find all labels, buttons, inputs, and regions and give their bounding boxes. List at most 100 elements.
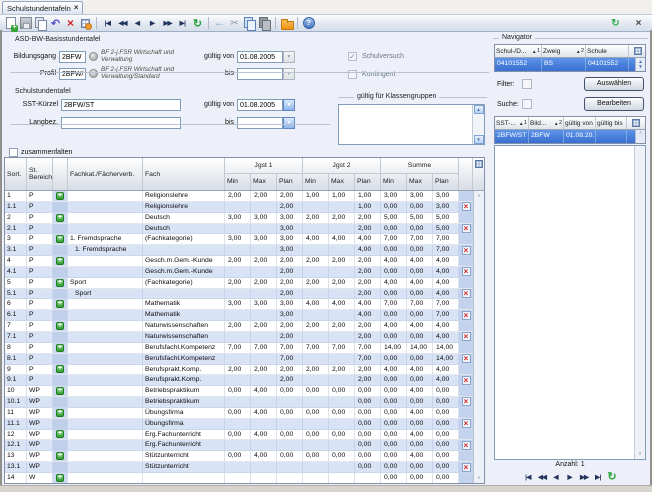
cell-fachkat[interactable]	[68, 451, 143, 461]
cell-value[interactable]	[303, 397, 329, 407]
cell-fach[interactable]: Übungsfirma	[143, 419, 225, 429]
cell-value[interactable]: 4,00	[407, 256, 433, 266]
cell-value[interactable]	[329, 267, 355, 277]
delete-row-icon[interactable]: ×	[462, 224, 471, 233]
cell-value[interactable]	[251, 354, 277, 364]
cell-bereich[interactable]: P	[27, 224, 53, 234]
cell-value[interactable]: 0,00	[381, 473, 407, 483]
add-row-icon[interactable]: +	[56, 452, 64, 460]
cell-fach[interactable]: Berufsprakt.Komp.	[143, 375, 225, 385]
cell-value[interactable]: 0,00	[303, 386, 329, 396]
cell-value[interactable]: 4,00	[251, 430, 277, 440]
cell-value[interactable]: 0,00	[381, 430, 407, 440]
cell-fachkat[interactable]	[68, 267, 143, 277]
cell-value[interactable]	[225, 202, 251, 212]
cell-value[interactable]: 2,00	[355, 289, 381, 299]
cell-fach[interactable]: Gesch.m.Gem.-Kunde	[143, 256, 225, 266]
cell-value[interactable]	[251, 289, 277, 299]
cell-value[interactable]: 0,00	[381, 202, 407, 212]
cell-value[interactable]: 3,00	[433, 202, 459, 212]
cell-value[interactable]	[225, 289, 251, 299]
cell-value[interactable]	[225, 310, 251, 320]
cell-value[interactable]: 4,00	[251, 386, 277, 396]
cell-value[interactable]: 0,00	[303, 430, 329, 440]
cell-value[interactable]	[225, 397, 251, 407]
cell-value[interactable]	[303, 419, 329, 429]
bildungsgang-lookup-button[interactable]	[89, 52, 98, 61]
add-row-icon[interactable]: +	[56, 474, 64, 482]
klassengruppen-scrollbar[interactable]: ▲ ▼	[472, 105, 484, 144]
cell-value[interactable]: 4,00	[329, 234, 355, 244]
basis-bis-dropdown[interactable]: ▼	[283, 68, 295, 80]
suche-box[interactable]	[522, 99, 532, 109]
cell-value[interactable]	[329, 289, 355, 299]
cell-value[interactable]: 4,00	[355, 245, 381, 255]
cell-value[interactable]	[329, 419, 355, 429]
cell-value[interactable]: 3,00	[277, 245, 303, 255]
nav-next-fast-icon[interactable]	[160, 16, 175, 31]
cell-value[interactable]: 0,00	[407, 462, 433, 472]
grid-options-button[interactable]	[473, 158, 485, 190]
table-row[interactable]: 8.1PBerufsfachl.Kompetenz7,007,000,000,0…	[5, 354, 473, 365]
cell-value[interactable]: 7,00	[407, 234, 433, 244]
cell-bereich[interactable]: P	[27, 289, 53, 299]
cell-value[interactable]: 0,00	[407, 473, 433, 483]
profil-lookup-button[interactable]	[89, 69, 98, 78]
cell-value[interactable]	[329, 332, 355, 342]
cell-fachkat[interactable]	[68, 473, 143, 483]
nav-last-icon[interactable]	[592, 470, 605, 483]
cell-bereich[interactable]: P	[27, 234, 53, 244]
delete-row-icon[interactable]: ×	[462, 267, 471, 276]
close-pane-icon[interactable]	[631, 16, 646, 31]
cell-value[interactable]	[225, 267, 251, 277]
nav-next-icon[interactable]	[564, 470, 577, 483]
save-icon[interactable]	[18, 16, 33, 31]
table-row[interactable]: 12.1WPErg.Fachunterricht0,000,000,000,00…	[5, 440, 473, 451]
add-row-icon[interactable]: +	[56, 430, 64, 438]
cell-value[interactable]	[251, 267, 277, 277]
cell-value[interactable]: 0,00	[381, 451, 407, 461]
cell-value[interactable]: 7,00	[251, 343, 277, 353]
cell-value[interactable]: 2,00	[329, 256, 355, 266]
table-row[interactable]: 13WP+Stützunterricht0,004,000,000,000,00…	[5, 451, 473, 462]
cell-value[interactable]	[225, 375, 251, 385]
cell-value[interactable]: 0,00	[407, 245, 433, 255]
cell-fachkat[interactable]	[68, 256, 143, 266]
cell-value[interactable]: 0,00	[433, 386, 459, 396]
delete-row-icon[interactable]: ×	[462, 289, 471, 298]
table-row[interactable]: 4P+Gesch.m.Gem.-Kunde2,002,002,002,002,0…	[5, 256, 473, 267]
cell-value[interactable]: 4,00	[303, 299, 329, 309]
cell-value[interactable]: 0,00	[381, 224, 407, 234]
cell-fachkat[interactable]: 1. Fremdsprache	[68, 234, 143, 244]
cell-bereich[interactable]: W	[27, 473, 53, 483]
table-row[interactable]: 11WP+Übungsfirma0,004,000,000,000,000,00…	[5, 408, 473, 419]
cell-fachkat[interactable]	[68, 419, 143, 429]
cell-bereich[interactable]: P	[27, 245, 53, 255]
delete-row-icon[interactable]: ×	[462, 441, 471, 450]
cell-value[interactable]: 0,00	[407, 440, 433, 450]
cell-value[interactable]: 4,00	[407, 365, 433, 375]
nav-first-icon[interactable]	[522, 470, 535, 483]
nav-column-header[interactable]: Schul-/D...▲1	[495, 45, 542, 57]
cell-value[interactable]: 7,00	[407, 299, 433, 309]
cell-value[interactable]: 0,00	[433, 462, 459, 472]
cell-value[interactable]: 2,00	[329, 365, 355, 375]
cell-value[interactable]: 0,00	[381, 267, 407, 277]
cell-bereich[interactable]: P	[27, 365, 53, 375]
cell-value[interactable]	[303, 473, 329, 483]
nav-table-scrollbar[interactable]: ∧	[635, 130, 645, 143]
cell-value[interactable]	[329, 310, 355, 320]
sst-gueltig-von-dropdown[interactable]: ▼	[283, 99, 295, 111]
cell-value[interactable]	[303, 310, 329, 320]
cell-value[interactable]: 0,00	[329, 408, 355, 418]
cell-value[interactable]	[303, 462, 329, 472]
cut-icon[interactable]	[227, 16, 242, 31]
table-row[interactable]: 8P+Berufsfachl.Kompetenz7,007,007,007,00…	[5, 343, 473, 354]
cell-value[interactable]	[251, 245, 277, 255]
cell-value[interactable]: 0,00	[381, 397, 407, 407]
table-row[interactable]: 4.1PGesch.m.Gem.-Kunde2,002,000,000,004,…	[5, 267, 473, 278]
nav-table-row-selected[interactable]: 2BFW/ST2BFW01.08.20...	[495, 130, 637, 143]
zusammenfalten-checkbox[interactable]	[9, 148, 18, 157]
cell-fach[interactable]: Betriebspraktikum	[143, 386, 225, 396]
cell-fachkat[interactable]	[68, 440, 143, 450]
